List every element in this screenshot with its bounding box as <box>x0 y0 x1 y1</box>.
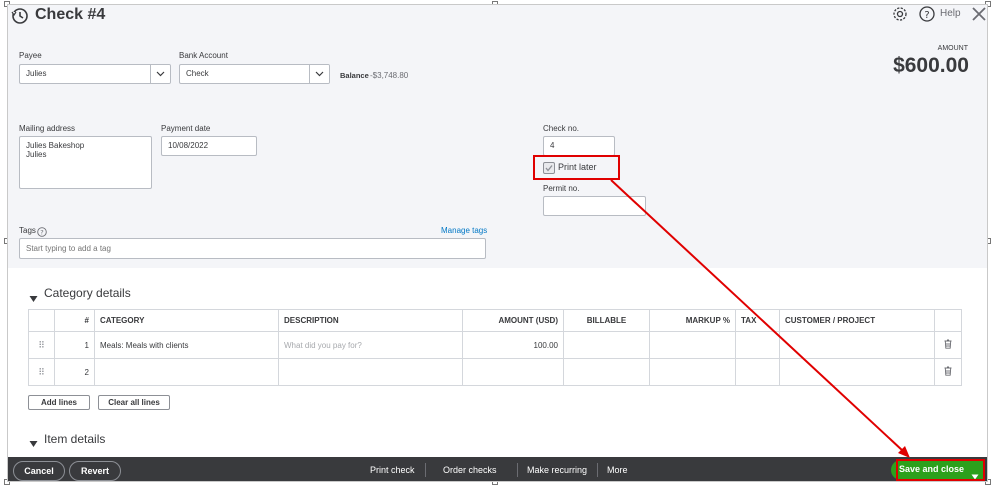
check-window: Check #4 ? Help AMOUNT $600.00 Payee Jul… <box>0 0 998 500</box>
annotation-arrow <box>610 179 910 458</box>
